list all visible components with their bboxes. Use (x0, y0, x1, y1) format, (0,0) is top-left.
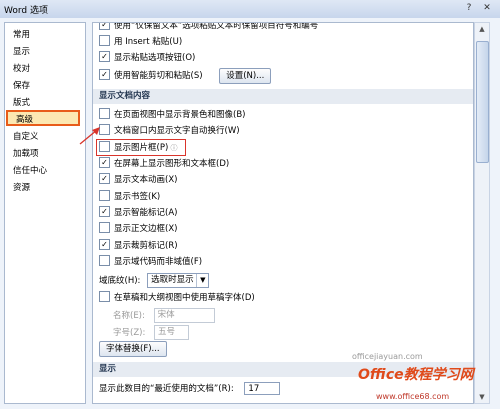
option-text-animation[interactable]: ✓ 显示文本动画(X) (99, 173, 177, 187)
title-bar: Word 选项 ? ✕ (0, 0, 500, 19)
option-smart-tags[interactable]: ✓ 显示智能标记(A) (99, 206, 177, 220)
checkbox[interactable]: ✓ (99, 51, 110, 62)
nav-item-addins[interactable]: 加载项 (5, 146, 85, 162)
scroll-thumb[interactable] (476, 41, 489, 163)
option-crop-marks[interactable]: ✓ 显示裁剪标记(R) (99, 239, 178, 253)
field-shading-select[interactable]: 选取时显示 ▼ (147, 273, 210, 288)
highlight-box (96, 139, 186, 156)
scroll-down-icon[interactable]: ▼ (475, 391, 489, 403)
checkbox[interactable]: ✓ (99, 173, 110, 184)
options-dialog: 常用 显示 校对 保存 版式 高级 自定义 加载项 信任中心 资源 ✓ 使用“仅保… (0, 18, 500, 409)
option-drawings-textboxes[interactable]: ✓ 在屏幕上显示图形和文本框(D) (99, 157, 229, 171)
checkbox[interactable] (99, 35, 110, 46)
category-nav: 常用 显示 校对 保存 版式 高级 自定义 加载项 信任中心 资源 (4, 22, 86, 404)
field-shading-row: 域底纹(H): 选取时显示 ▼ (99, 273, 210, 288)
nav-item-advanced[interactable]: 高级 (6, 110, 80, 126)
nav-item-customize[interactable]: 自定义 (5, 129, 85, 145)
checkbox[interactable] (99, 291, 110, 302)
nav-item-display[interactable]: 显示 (5, 44, 85, 60)
option-smart-cut-paste[interactable]: ✓ 使用智能剪切和粘贴(S) 设置(N)... (99, 68, 272, 84)
option-show-paste-button[interactable]: ✓ 显示粘贴选项按钮(O) (99, 51, 195, 65)
nav-item-save[interactable]: 保存 (5, 78, 85, 94)
option-text-boundaries[interactable]: 显示正文边框(X) (99, 222, 177, 236)
checkbox[interactable]: ✓ (99, 23, 110, 30)
font-size-label: 字号(Z): (113, 328, 146, 338)
close-button[interactable]: ✕ (480, 2, 494, 15)
nav-item-trust-center[interactable]: 信任中心 (5, 163, 85, 179)
checkbox[interactable] (99, 255, 110, 266)
font-name-row: 名称(E): 宋体 (113, 308, 215, 323)
section-display-content: 显示文档内容 (93, 89, 473, 104)
checkbox[interactable]: ✓ (99, 69, 110, 80)
checkbox[interactable]: ✓ (99, 206, 110, 217)
recent-docs-row: 显示此数目的“最近使用的文档”(R): 17 (99, 382, 281, 396)
settings-button[interactable]: 设置(N)... (219, 68, 272, 84)
scroll-up-icon[interactable]: ▲ (475, 23, 489, 35)
chevron-down-icon: ▼ (196, 274, 208, 287)
option-draft-font[interactable]: 在草稿和大纲视图中使用草稿字体(D) (99, 291, 255, 305)
checkbox[interactable] (99, 222, 110, 233)
advanced-options-panel: ✓ 使用“仅保留文本”选项粘贴文本时保留项目符号和编号 用 Insert 粘贴(U… (92, 22, 474, 404)
option-bookmarks[interactable]: 显示书签(K) (99, 190, 160, 204)
option-show-background[interactable]: 在页面视图中显示背景色和图像(B) (99, 108, 245, 122)
nav-item-common[interactable]: 常用 (5, 27, 85, 43)
recent-docs-label: 显示此数目的“最近使用的文档”(R): (99, 384, 234, 394)
recent-docs-spinner[interactable]: 17 (244, 382, 281, 395)
option-field-codes[interactable]: 显示域代码而非域值(F) (99, 255, 202, 269)
font-name-select[interactable]: 宋体 (153, 308, 215, 323)
font-name-label: 名称(E): (113, 311, 145, 321)
checkbox[interactable]: ✓ (99, 157, 110, 168)
font-substitution-row: 字体替换(F)... (99, 341, 167, 357)
font-size-row: 字号(Z): 五号 (113, 325, 190, 340)
font-substitution-button[interactable]: 字体替换(F)... (99, 341, 167, 357)
checkbox[interactable]: ✓ (99, 239, 110, 250)
field-shading-label: 域底纹(H): (99, 276, 141, 286)
vertical-scrollbar[interactable]: ▲ ▼ (474, 22, 490, 404)
checkbox[interactable] (99, 190, 110, 201)
checkbox[interactable] (99, 108, 110, 119)
font-size-select[interactable]: 五号 (154, 325, 190, 340)
nav-item-typography[interactable]: 版式 (5, 95, 85, 111)
watermark-url: www.office68.com (376, 392, 450, 401)
watermark-site: officejiayuan.com (352, 352, 423, 361)
option-insert-paste[interactable]: 用 Insert 粘贴(U) (99, 35, 182, 49)
option-keep-bullets[interactable]: ✓ 使用“仅保留文本”选项粘贴文本时保留项目符号和编号 (99, 23, 318, 33)
nav-item-resources[interactable]: 资源 (5, 180, 85, 196)
nav-item-proofing[interactable]: 校对 (5, 61, 85, 77)
help-button[interactable]: ? (462, 2, 476, 15)
option-wrap-text[interactable]: 文档窗口内显示文字自动换行(W) (99, 124, 240, 138)
pointer-arrow-icon (79, 127, 100, 145)
watermark-brand: Office教程学习网 (358, 367, 474, 383)
window-title: Word 选项 (4, 6, 48, 16)
